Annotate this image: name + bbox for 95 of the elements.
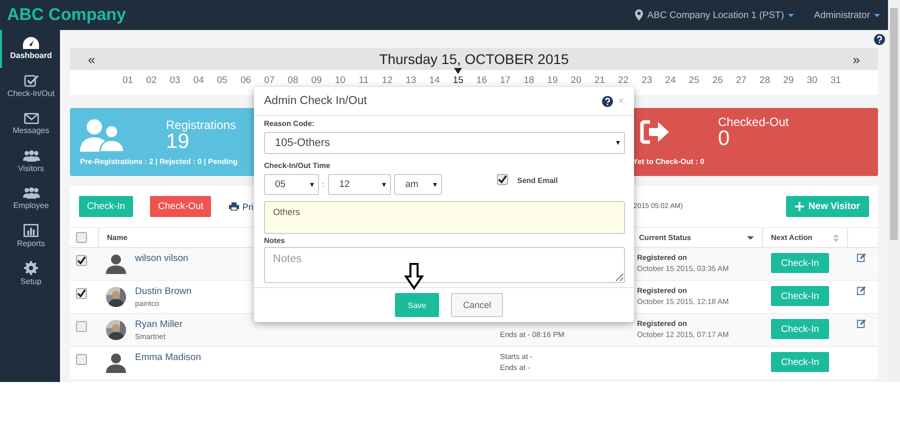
sidebar-item[interactable]: Setup xyxy=(0,255,60,292)
user-dropdown[interactable]: Administrator xyxy=(814,10,880,20)
check-in-button[interactable]: Check-In xyxy=(771,253,830,273)
day-link[interactable]: 19 xyxy=(547,75,558,86)
gauge-icon xyxy=(23,37,39,50)
stat-title: Checked-Out xyxy=(718,115,789,129)
day-link[interactable]: 03 xyxy=(170,75,180,86)
visitor-name[interactable]: wilson vilson xyxy=(135,253,188,264)
sign-out-icon xyxy=(640,120,670,144)
day-link[interactable]: 06 xyxy=(240,75,252,86)
users-icon xyxy=(80,118,126,152)
hour-select[interactable]: 05 xyxy=(264,174,319,195)
check-out-button[interactable]: Check-Out xyxy=(150,196,212,217)
am-pm-select[interactable]: am xyxy=(394,174,442,195)
help-icon[interactable] xyxy=(874,34,885,44)
day-link[interactable]: 30 xyxy=(806,75,818,86)
cancel-button[interactable]: Cancel xyxy=(451,293,504,317)
day-link[interactable]: 01 xyxy=(122,75,134,86)
bar-chart-icon xyxy=(23,224,39,238)
printer-icon xyxy=(229,202,240,211)
previous-month-link[interactable]: « xyxy=(88,52,96,66)
day-link[interactable]: 31 xyxy=(830,75,841,86)
check-in-button[interactable]: Check-In xyxy=(79,196,134,217)
check-in-button[interactable]: Check-In xyxy=(771,352,830,372)
stat-value: 19 xyxy=(166,132,190,152)
edit-icon[interactable] xyxy=(857,319,866,328)
day-link[interactable]: 15 xyxy=(452,75,464,86)
day-link[interactable]: 14 xyxy=(429,75,440,86)
day-link[interactable]: 13 xyxy=(406,75,416,86)
day-link[interactable]: 08 xyxy=(288,75,298,86)
time-separator: : xyxy=(322,180,324,189)
visitor-name[interactable]: Dustin Brown xyxy=(135,286,192,297)
down-arrow-icon xyxy=(404,263,424,290)
day-link[interactable]: 07 xyxy=(264,75,275,86)
day-link[interactable]: 05 xyxy=(216,75,228,86)
day-link[interactable]: 09 xyxy=(311,75,322,86)
date-title: Thursday 15, OCTOBER 2015 xyxy=(379,51,569,67)
select-all-checkbox[interactable] xyxy=(76,232,87,243)
day-link[interactable]: 28 xyxy=(760,75,770,86)
day-link[interactable]: 10 xyxy=(334,75,346,86)
print-link[interactable]: Pri xyxy=(242,202,254,212)
stat-value: 0 xyxy=(718,129,731,149)
day-link[interactable]: 22 xyxy=(618,75,629,86)
settings-icon xyxy=(24,261,38,276)
day-link[interactable]: 02 xyxy=(146,75,157,86)
dialog-title: Admin Check In/Out xyxy=(264,95,368,107)
sidebar-item[interactable]: Reports xyxy=(0,218,60,255)
next-month-link[interactable]: » xyxy=(852,52,860,66)
row-checkbox[interactable] xyxy=(76,288,87,299)
brand-name: ABC Company xyxy=(7,5,126,25)
sidebar-item[interactable]: Messages xyxy=(0,105,60,142)
checkbox-icon xyxy=(24,74,38,88)
day-link[interactable]: 11 xyxy=(358,75,369,86)
row-checkbox[interactable] xyxy=(76,255,87,266)
day-link[interactable]: 04 xyxy=(193,75,204,86)
stat-title: Registrations xyxy=(166,118,236,132)
location-dropdown[interactable]: ABC Company Location 1 (PST) xyxy=(635,9,794,21)
new-visitor-button[interactable]: New Visitor xyxy=(786,196,869,217)
day-link[interactable]: 29 xyxy=(783,75,794,86)
sidebar-item[interactable]: Check-In/Out xyxy=(0,68,60,105)
check-in-button[interactable]: Check-In xyxy=(771,319,830,339)
help-icon[interactable] xyxy=(602,96,614,106)
sort-caret-icon[interactable] xyxy=(747,236,754,240)
users-icon xyxy=(22,150,40,162)
check-in-button[interactable]: Check-In xyxy=(771,286,830,306)
send-email-checkbox[interactable] xyxy=(497,174,508,185)
day-link[interactable]: 20 xyxy=(570,75,582,86)
envelope-icon xyxy=(24,112,38,124)
sidebar-item[interactable]: Employee xyxy=(0,180,60,218)
day-link[interactable]: 24 xyxy=(665,75,676,86)
row-checkbox[interactable] xyxy=(76,354,87,365)
day-link[interactable]: 17 xyxy=(500,75,511,86)
day-link[interactable]: 26 xyxy=(712,75,723,86)
visitor-name[interactable]: Emma Madison xyxy=(135,352,201,363)
reason-text-area[interactable]: Others xyxy=(264,201,625,234)
edit-icon[interactable] xyxy=(857,253,866,262)
map-pin-icon xyxy=(635,9,644,21)
notes-text-area[interactable]: Notes xyxy=(264,247,625,283)
save-button[interactable]: Save xyxy=(394,293,440,317)
minute-select[interactable]: 12 xyxy=(328,174,392,195)
row-checkbox[interactable] xyxy=(76,321,87,332)
day-link[interactable]: 18 xyxy=(524,75,534,86)
edit-icon[interactable] xyxy=(857,286,866,295)
scrollbar[interactable] xyxy=(888,0,900,382)
day-link[interactable]: 25 xyxy=(688,75,700,86)
plus-icon xyxy=(795,202,804,211)
users-icon xyxy=(22,187,40,200)
reason-code-select[interactable]: 105-Others xyxy=(264,132,625,154)
sidebar-item[interactable]: Visitors xyxy=(0,142,60,180)
visitor-name[interactable]: Ryan Miller xyxy=(135,319,183,330)
day-link[interactable]: 12 xyxy=(382,75,393,86)
day-link[interactable]: 23 xyxy=(642,75,652,86)
day-link[interactable]: 27 xyxy=(736,75,747,86)
day-link[interactable]: 21 xyxy=(594,75,605,86)
day-link[interactable]: 16 xyxy=(476,75,487,86)
